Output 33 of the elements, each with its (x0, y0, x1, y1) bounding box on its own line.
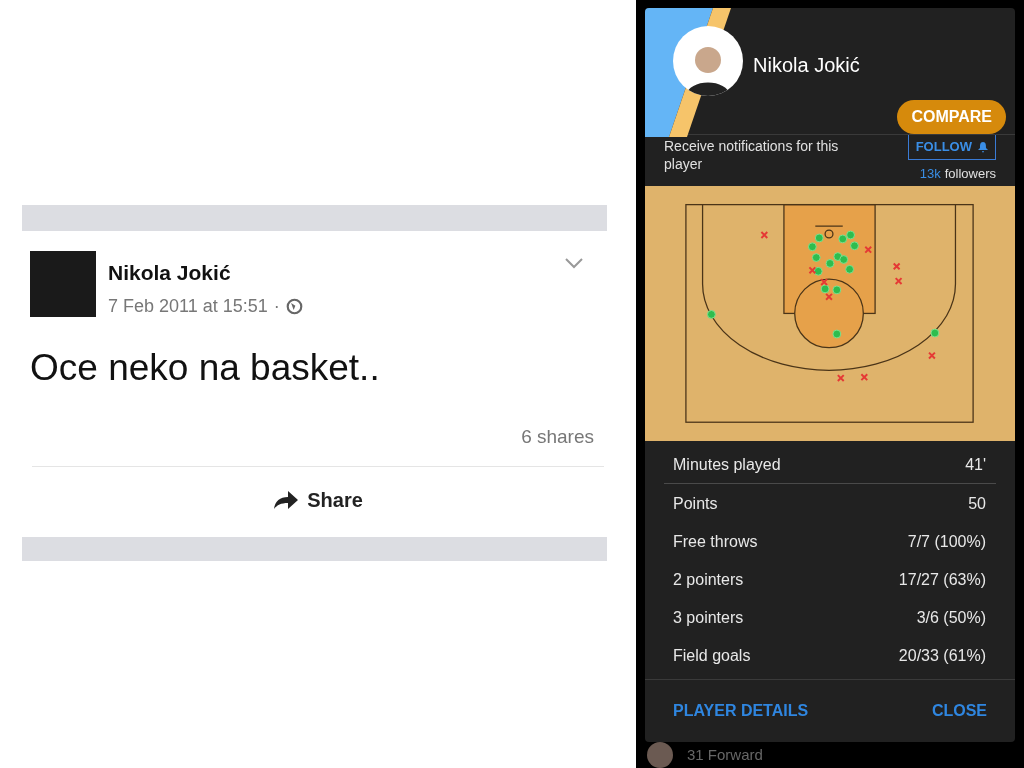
share-arrow-icon (273, 489, 300, 510)
notification-text: Receive notifications for this player (664, 137, 840, 175)
stat-label: Minutes played (673, 454, 781, 475)
stat-label: 2 pointers (673, 570, 744, 591)
author-name[interactable]: Nikola Jokić (108, 257, 303, 289)
list-avatar (647, 742, 673, 768)
player-name: Nikola Jokić (753, 53, 860, 78)
stat-value: 41' (965, 454, 986, 475)
stat-value: 20/33 (61%) (898, 646, 986, 667)
stat-label: Free throws (673, 532, 758, 553)
close-button[interactable]: CLOSE (931, 699, 987, 724)
stat-label: Points (673, 494, 718, 515)
separator-dot: · (273, 294, 280, 318)
stat-label: Field goals (673, 646, 751, 667)
player-details-button[interactable]: PLAYER DETAILS (673, 699, 809, 724)
post-text: Oce neko na basket.. (30, 345, 381, 390)
profile-photo-placeholder (30, 251, 96, 317)
share-count[interactable]: 6 shares (521, 423, 594, 452)
stat-value: 50 (968, 494, 986, 515)
stat-value: 3/6 (50%) (916, 608, 986, 629)
post-timestamp[interactable]: 7 Feb 2011 at 15:51 (108, 292, 268, 320)
stat-label: 3 pointers (673, 608, 744, 629)
chevron-down-icon[interactable] (564, 257, 584, 269)
share-button[interactable]: Share (273, 484, 363, 515)
bell-icon (978, 141, 988, 153)
follow-button[interactable]: FOLLOW (907, 135, 996, 160)
compare-button[interactable]: COMPARE (897, 100, 1006, 134)
stat-value: 17/27 (63%) (898, 570, 986, 591)
stat-value: 7/7 (100%) (907, 532, 986, 553)
followers-count: 13k (919, 164, 941, 183)
list-item-text: 31 Forward (687, 744, 763, 765)
globe-icon (285, 297, 303, 315)
followers-label: followers (944, 164, 996, 183)
